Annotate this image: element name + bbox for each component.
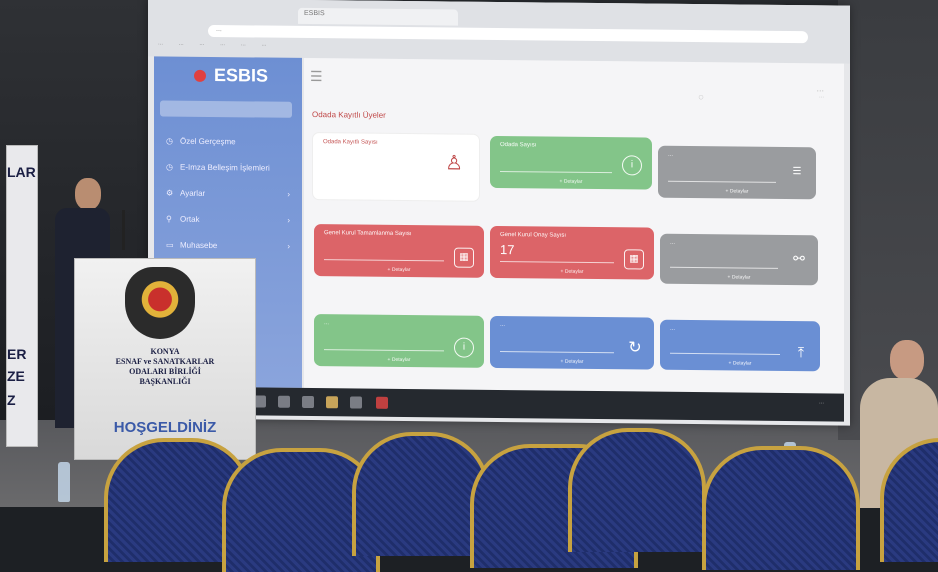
stat-card[interactable]: Odada Sayısı i + Detaylar [490,135,652,190]
taskbar-clock[interactable]: ... [819,399,824,405]
sidebar-item[interactable]: ⚙ Ayarlar › [166,189,296,199]
chamber-crest-logo [125,267,195,339]
clock-icon: ◷ [166,162,173,172]
banner-text: Z [7,392,16,408]
card-divider [324,259,444,262]
stat-card[interactable]: Odada Kayıtlı Sayısı ♙ [312,132,480,202]
card-title: Odada Kayıtlı Sayısı [323,139,378,146]
file-icon: ▭ [166,240,174,250]
menu-toggle-icon[interactable]: ☰ [310,68,323,85]
speaker-head [75,178,101,210]
app-logo[interactable]: ESBIS [194,65,268,87]
address-bar[interactable]: ... [208,24,808,44]
calculator-icon: ▦ [454,247,474,268]
chevron-icon: › [287,241,290,251]
page-title: Odada Kayıtlı Üyeler [312,110,386,120]
banner-text: ER [7,346,27,362]
stat-card[interactable]: ... ⤒ + Detaylar [660,319,820,372]
stat-card[interactable]: Genel Kurul Onay Sayısı 17 ▦ + Detaylar [490,225,654,280]
card-details-link[interactable]: + Detaylar [490,178,652,186]
logo-text: ESBIS [214,65,269,86]
calculator-icon: ▦ [624,249,644,270]
card-divider [500,261,614,264]
upload-icon: ⤒ [797,344,805,361]
card-title: Genel Kurul Onay Sayısı [500,232,567,239]
user-icon: ⚲ [166,214,172,224]
dashboard-main: ☰ ○ ... ... Odada Kayıtlı Üyeler Odada K… [304,57,844,394]
sidebar-search-input[interactable] [160,100,292,118]
audience-chair [568,428,706,552]
sidebar-item[interactable]: ◷ Özel Gerçeşme [166,137,296,147]
card-title: Odada Sayısı [500,142,537,149]
card-title: ... [670,239,676,246]
taskbar-app-icon[interactable] [376,396,388,409]
stat-card[interactable]: Genel Kurul Tamamlanma Sayısı ▦ + Detayl… [314,224,484,278]
bookmark-item[interactable]: ... [199,41,204,47]
banner-text: ZE [7,368,25,384]
organization-name: KONYA ESNAF ve SANATKARLAR ODALARI BİRLİ… [115,347,215,386]
refresh-icon: ↻ [628,339,642,357]
bookmark-item[interactable]: ... [220,41,225,47]
stat-card[interactable]: ... i + Detaylar [314,314,484,368]
card-divider [500,351,614,354]
bookmark-item[interactable]: ... [261,42,266,48]
stat-card[interactable]: ... ↻ + Detaylar [490,315,654,370]
notification-icon[interactable]: ○ [698,92,704,103]
card-divider [668,180,776,183]
bookmark-item[interactable]: ... [179,41,184,47]
podium: KONYA ESNAF ve SANATKARLAR ODALARI BİRLİ… [74,258,256,460]
taskbar-app-icon[interactable] [302,395,314,409]
welcome-text: HOŞGELDİNİZ [113,419,217,436]
audience-chair [702,446,860,570]
link-icon: ⚯ [793,250,805,267]
card-divider [670,352,780,355]
card-title: ... [324,320,330,327]
card-details-link[interactable]: + Detaylar [660,360,820,368]
user-role: ... [818,93,824,100]
card-title: ... [670,325,676,332]
clock-icon: ◷ [166,136,173,146]
gear-icon: ⚙ [166,188,174,198]
person-icon: ♙ [445,152,463,175]
stat-card[interactable]: ... ☰ + Detaylar [658,145,816,200]
left-banner: LAR ER ZE Z [6,145,38,447]
sidebar-item[interactable]: ◷ E-Imza Belleşim İşlemleri [166,163,296,173]
list-icon: ☰ [792,166,802,178]
banner-text: LAR [7,164,36,180]
stat-card[interactable]: ... ⚯ + Detaylar [660,233,818,286]
sidebar-item[interactable]: ▭ Muhasebe › [166,241,296,251]
card-details-link[interactable]: + Detaylar [658,188,816,196]
card-divider [500,171,612,174]
card-divider [670,266,778,269]
card-details-link[interactable]: + Detaylar [490,358,654,366]
card-title: Genel Kurul Tamamlanma Sayısı [324,230,412,238]
card-title: ... [500,322,506,329]
taskbar-app-icon[interactable] [326,396,338,409]
taskbar-app-icon[interactable] [278,395,290,408]
browser-tab[interactable]: ESBIS [298,7,458,26]
card-details-link[interactable]: + Detaylar [314,356,484,364]
chevron-icon: › [287,189,290,199]
card-title: ... [668,151,674,158]
card-value: 17 [500,242,515,258]
windows-taskbar: ... [154,386,844,422]
user-name: ... [816,83,824,94]
taskbar-app-icon[interactable] [350,396,362,409]
card-divider [324,349,444,352]
bookmark-item[interactable]: ... [241,41,246,47]
audience-head [890,340,924,380]
logo-icon [194,70,206,83]
card-details-link[interactable]: + Detaylar [490,268,654,276]
info-icon: i [622,155,642,176]
bookmark-item[interactable]: ... [158,40,163,46]
browser-chrome: ESBIS ... ... ... ... ... ... ... [148,0,850,64]
water-bottle [58,462,70,502]
info-icon: i [454,337,474,358]
card-details-link[interactable]: + Detaylar [314,266,484,274]
microphone [122,210,125,250]
sidebar-item[interactable]: ⚲ Ortak › [166,215,296,225]
card-details-link[interactable]: + Detaylar [660,274,818,282]
chevron-icon: › [287,215,290,225]
user-info[interactable]: ... ... [816,83,824,99]
